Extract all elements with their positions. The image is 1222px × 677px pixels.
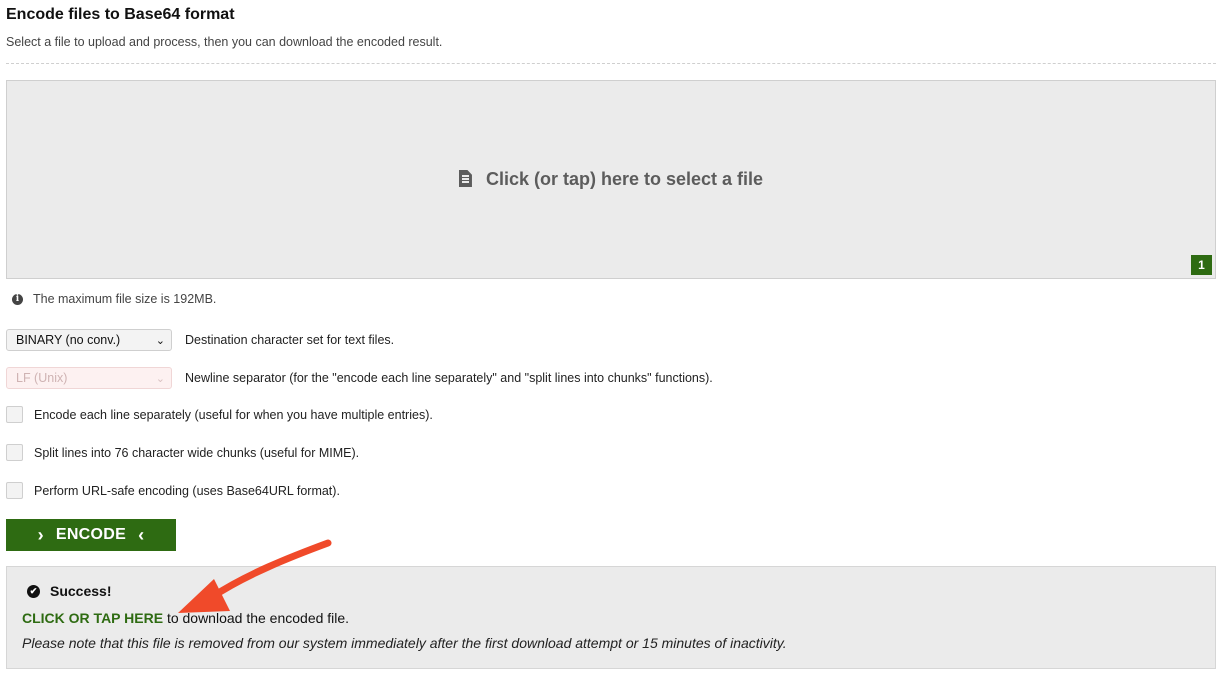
chevron-left-icon: ‹ [138,524,145,545]
option-row: Perform URL-safe encoding (uses Base64UR… [6,482,340,499]
result-panel: ✔ Success! CLICK OR TAP HERE to download… [6,566,1216,669]
checkbox-label: Perform URL-safe encoding (uses Base64UR… [34,483,340,498]
newline-row: LF (Unix) ⌄ Newline separator (for the "… [6,367,713,389]
encode-button[interactable]: › ENCODE ‹ [6,519,176,551]
charset-row: BINARY (no conv.) ⌄ Destination characte… [6,329,394,351]
chevron-down-icon: ⌄ [155,372,165,385]
chevron-down-icon: ⌄ [155,334,165,347]
encode-button-label: ENCODE [55,526,127,543]
download-suffix: to download the encoded file. [166,610,350,626]
divider [6,63,1216,64]
page-subtitle: Select a file to upload and process, the… [6,35,443,49]
success-heading: ✔ Success! [27,583,111,599]
download-link[interactable]: CLICK OR TAP HERE [22,610,163,626]
info-icon: i [12,293,23,305]
chevron-right-icon: › [37,524,44,545]
download-line: CLICK OR TAP HERE to download the encode… [22,610,349,626]
file-count-badge: 1 [1191,255,1212,275]
page: Encode files to Base64 format Select a f… [0,0,1222,677]
url-safe-checkbox[interactable] [6,482,23,499]
charset-select[interactable]: BINARY (no conv.) ⌄ [6,329,172,351]
newline-select-value: LF (Unix) [16,371,68,385]
dropzone-label: Click (or tap) here to select a file [485,169,764,189]
checkbox-label: Encode each line separately (useful for … [34,407,433,422]
charset-select-value: BINARY (no conv.) [16,333,121,347]
max-file-size-note: i The maximum file size is 192MB. [12,292,216,306]
removal-note: Please note that this file is removed fr… [22,635,787,651]
success-label: Success! [50,583,112,599]
option-row: Split lines into 76 character wide chunk… [6,444,359,461]
max-file-size-text: The maximum file size is 192MB. [33,292,217,306]
check-circle-icon: ✔ [27,584,40,598]
newline-description: Newline separator (for the "encode each … [185,371,713,385]
dropzone-label-row: Click (or tap) here to select a file [7,169,1215,190]
checkbox-label: Split lines into 76 character wide chunk… [34,445,360,460]
file-icon [458,170,472,187]
page-title: Encode files to Base64 format [6,6,235,23]
file-dropzone[interactable]: Click (or tap) here to select a file 1 [6,80,1216,279]
encode-each-line-checkbox[interactable] [6,406,23,423]
newline-select[interactable]: LF (Unix) ⌄ [6,367,172,389]
split-lines-checkbox[interactable] [6,444,23,461]
charset-description: Destination character set for text files… [185,333,395,347]
option-row: Encode each line separately (useful for … [6,406,433,423]
